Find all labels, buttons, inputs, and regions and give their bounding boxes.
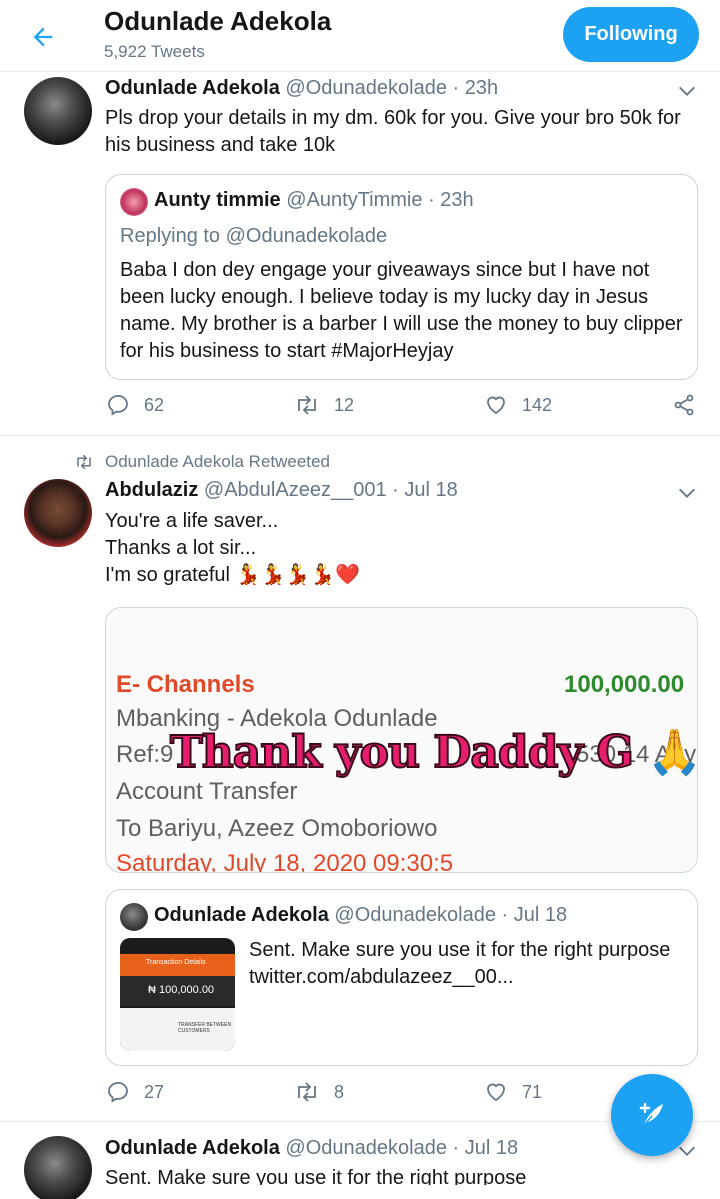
tweet-author[interactable]: Abdulaziz @AbdulAzeez__001 · Jul 18 <box>105 479 458 502</box>
author-name: Abdulaziz <box>105 479 199 501</box>
tweet-line: You're a life saver... <box>105 510 279 532</box>
thumb-type: TRANSFER BETWEEN CUSTOMERS <box>178 1022 232 1034</box>
quote-author: Odunlade Adekola @Odunadekolade · Jul 18 <box>154 904 567 927</box>
tweet-count: 5,922 Tweets <box>104 42 205 61</box>
profile-title: Odunlade Adekola <box>104 6 332 36</box>
like-button[interactable]: 142 <box>484 393 552 417</box>
tweet-actions: 62 12 142 <box>0 393 720 423</box>
quoted-tweet[interactable]: Aunty timmie @AuntyTimmie · 23h Replying… <box>105 174 698 380</box>
tweet-image[interactable]: E- Channels 100,000.00 Mbanking - Adekol… <box>105 607 698 873</box>
author-handle: @AbdulAzeez__001 <box>203 479 387 501</box>
compose-tweet-button[interactable] <box>611 1074 693 1156</box>
quote-author-handle: @AuntyTimmie <box>286 189 423 211</box>
avatar[interactable] <box>24 479 92 547</box>
avatar <box>120 903 148 931</box>
quote-time: · Jul 18 <box>501 904 568 926</box>
retweet-count: 8 <box>334 1081 345 1102</box>
reply-button[interactable]: 27 <box>106 1080 164 1104</box>
compose-feather-icon <box>639 1102 663 1127</box>
avatar[interactable] <box>24 77 92 145</box>
author-name: Odunlade Adekola <box>105 1137 280 1159</box>
tweet-time: · 23h <box>452 77 499 99</box>
quoted-tweet[interactable]: Odunlade Adekola @Odunadekolade · Jul 18… <box>105 889 698 1066</box>
quote-author: Aunty timmie @AuntyTimmie · 23h <box>154 189 474 212</box>
quote-time: · 23h <box>428 189 474 211</box>
tweet-text: You're a life saver... Thanks a lot sir.… <box>105 508 685 589</box>
quote-author-handle: @Odunadekolade <box>334 904 496 926</box>
quote-text: Sent. Make sure you use it for the right… <box>249 939 671 988</box>
retweet-count: 12 <box>334 394 355 415</box>
avatar[interactable] <box>24 1136 92 1199</box>
retweet-icon <box>77 454 91 470</box>
reply-count: 62 <box>144 394 165 415</box>
share-icon <box>674 394 694 416</box>
divider <box>0 435 720 436</box>
reply-button[interactable]: 62 <box>106 393 164 417</box>
back-button[interactable] <box>24 18 62 56</box>
retweet-button[interactable]: 12 <box>294 393 354 417</box>
author-handle: @Odunadekolade <box>285 1137 447 1159</box>
thumb-amount: ₦ 100,000.00 <box>148 984 215 996</box>
like-count: 142 <box>522 394 553 415</box>
image-overlay-text: Thank you Daddy G 🙏 <box>169 726 698 779</box>
quote-author-name: Odunlade Adekola <box>154 904 329 926</box>
tweet-line: I'm so grateful 💃💃💃💃❤️ <box>105 564 361 586</box>
tweet-author[interactable]: Odunlade Adekola @Odunadekolade · 23h <box>105 77 498 100</box>
tweet-text: Sent. Make sure you use it for the right… <box>105 1167 527 1185</box>
following-button[interactable]: Following <box>563 7 699 62</box>
retweet-button[interactable]: 8 <box>294 1080 344 1104</box>
chevron-down-icon[interactable] <box>676 80 698 102</box>
quote-author-name: Aunty timmie <box>154 189 281 211</box>
tweet-text: Pls drop your details in my dm. 60k for … <box>105 107 681 156</box>
author-handle: @Odunadekolade <box>285 77 447 99</box>
profile-header: Odunlade Adekola 5,922 Tweets Following <box>0 0 720 72</box>
reply-icon <box>108 1081 128 1103</box>
heart-icon <box>487 396 505 415</box>
receipt-ref: Ref:9 <box>116 741 174 768</box>
receipt-channel: E- Channels <box>116 671 255 698</box>
tweet-time: · Jul 18 <box>392 479 458 501</box>
reply-count: 27 <box>144 1081 165 1102</box>
like-count: 71 <box>522 1081 543 1102</box>
share-button[interactable] <box>672 393 710 417</box>
quote-text: Baba I don dey engage your giveaways sin… <box>120 259 683 362</box>
thumb-title: Transaction Details <box>146 959 206 966</box>
chevron-down-icon[interactable] <box>676 482 698 504</box>
author-name: Odunlade Adekola <box>105 77 280 99</box>
quote-thumbnail: Transaction Details ₦ 100,000.00 TRANSFE… <box>120 938 235 1051</box>
receipt-line: To Bariyu, Azeez Omoboriowo <box>116 815 438 842</box>
receipt-date: Saturday, July 18, 2020 09:30:5 <box>116 850 454 873</box>
retweet-icon <box>298 1082 316 1102</box>
retweeted-by-label[interactable]: Odunlade Adekola Retweeted <box>105 452 330 472</box>
avatar <box>120 188 148 216</box>
heart-icon <box>487 1083 505 1102</box>
like-button[interactable]: 71 <box>484 1080 542 1104</box>
retweet-icon <box>298 395 316 415</box>
tweet-line: Thanks a lot sir... <box>105 537 257 559</box>
replying-to: Replying to @Odunadekolade <box>120 225 388 247</box>
receipt-line: Account Transfer <box>116 778 298 805</box>
back-arrow-icon <box>33 27 53 47</box>
receipt-amount: 100,000.00 <box>564 671 685 698</box>
tweet-author[interactable]: Odunlade Adekola @Odunadekolade · Jul 18 <box>105 1137 518 1160</box>
reply-icon <box>108 394 128 416</box>
tweet-time: · Jul 18 <box>452 1137 519 1159</box>
